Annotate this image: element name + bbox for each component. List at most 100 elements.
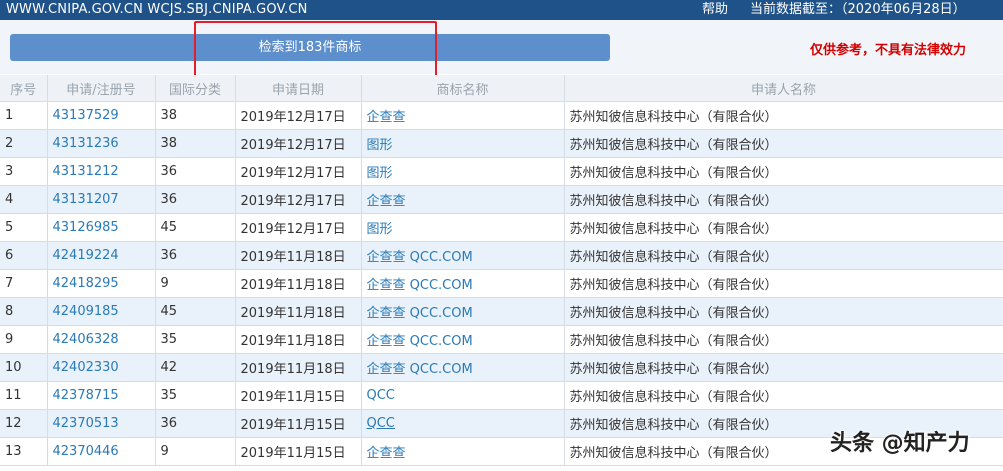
applicant-name: 苏州知彼信息科技中心（有限合伙） xyxy=(564,157,1003,186)
col-header-applicant[interactable]: 申请人名称 xyxy=(564,75,1003,102)
col-header-trademark-name[interactable]: 商标名称 xyxy=(361,75,565,102)
table-row[interactable]: 7 42418295 9 2019年11月18日 企查查 QCC.COM 苏州知彼信息科技… xyxy=(0,269,1003,298)
applicant-name: 苏州知彼信息科技中心（有限合伙） xyxy=(564,101,1003,130)
row-index: 7 xyxy=(0,269,48,298)
help-link[interactable]: 帮助 xyxy=(702,0,728,20)
application-date: 2019年11月18日 xyxy=(235,353,362,382)
trademark-name-link[interactable]: 企查查 QCC.COM xyxy=(361,353,565,382)
application-date: 2019年11月15日 xyxy=(235,381,362,410)
application-date: 2019年12月17日 xyxy=(235,129,362,158)
application-date: 2019年11月15日 xyxy=(235,437,362,466)
international-class: 9 xyxy=(155,437,236,466)
row-index: 8 xyxy=(0,297,48,326)
international-class: 36 xyxy=(155,185,236,214)
table-row[interactable]: 4 43131207 36 2019年12月17日 企查查 苏州知彼信息科技中心（有限合伙… xyxy=(0,185,1003,214)
row-index: 4 xyxy=(0,185,48,214)
trademark-name-link[interactable]: 企查查 xyxy=(361,437,565,466)
applicant-name: 苏州知彼信息科技中心（有限合伙） xyxy=(564,353,1003,382)
application-date: 2019年11月18日 xyxy=(235,241,362,270)
registration-number-link[interactable]: 42406328 xyxy=(47,325,156,354)
row-index: 9 xyxy=(0,325,48,354)
application-date: 2019年11月18日 xyxy=(235,325,362,354)
registration-number-link[interactable]: 43126985 xyxy=(47,213,156,242)
table-row[interactable]: 10 42402330 42 2019年11月18日 企查查 QCC.COM 苏州知彼信息… xyxy=(0,353,1003,382)
table-row[interactable]: 5 43126985 45 2019年12月17日 图形 苏州知彼信息科技中心（有限合伙） xyxy=(0,213,1003,242)
international-class: 36 xyxy=(155,409,236,438)
registration-number-link[interactable]: 42419224 xyxy=(47,241,156,270)
table-row[interactable]: 9 42406328 35 2019年11月18日 企查查 QCC.COM 苏州知彼信息科… xyxy=(0,325,1003,354)
watermark: 头条 @知产力 xyxy=(830,431,970,456)
top-bar: WWW.CNIPA.GOV.CN WCJS.SBJ.CNIPA.GOV.CN 帮… xyxy=(0,0,1003,20)
international-class: 38 xyxy=(155,129,236,158)
trademark-name-link[interactable]: 企查查 xyxy=(361,185,565,214)
trademark-name-link[interactable]: 企查查 QCC.COM xyxy=(361,269,565,298)
application-date: 2019年11月18日 xyxy=(235,269,362,298)
row-index: 12 xyxy=(0,409,48,438)
trademark-name-link[interactable]: 企查查 QCC.COM xyxy=(361,297,565,326)
registration-number-link[interactable]: 42409185 xyxy=(47,297,156,326)
table-row[interactable]: 11 42378715 35 2019年11月15日 QCC 苏州知彼信息科技中心（有限合… xyxy=(0,381,1003,410)
col-header-class[interactable]: 国际分类 xyxy=(155,75,236,102)
table-row[interactable]: 1 43137529 38 2019年12月17日 企查查 苏州知彼信息科技中心（有限合伙… xyxy=(0,101,1003,130)
applicant-name: 苏州知彼信息科技中心（有限合伙） xyxy=(564,269,1003,298)
international-class: 36 xyxy=(155,241,236,270)
registration-number-link[interactable]: 42418295 xyxy=(47,269,156,298)
row-index: 6 xyxy=(0,241,48,270)
applicant-name: 苏州知彼信息科技中心（有限合伙） xyxy=(564,213,1003,242)
trademark-name-link[interactable]: 企查查 QCC.COM xyxy=(361,241,565,270)
trademark-name-link[interactable]: 企查查 QCC.COM xyxy=(361,325,565,354)
row-index: 3 xyxy=(0,157,48,186)
col-header-reg-no[interactable]: 申请/注册号 xyxy=(47,75,156,102)
legal-disclaimer: 仅供参考，不具有法律效力 xyxy=(810,43,967,58)
registration-number-link[interactable]: 43131212 xyxy=(47,157,156,186)
international-class: 36 xyxy=(155,157,236,186)
applicant-name: 苏州知彼信息科技中心（有限合伙） xyxy=(564,129,1003,158)
international-class: 35 xyxy=(155,325,236,354)
international-class: 9 xyxy=(155,269,236,298)
applicant-name: 苏州知彼信息科技中心（有限合伙） xyxy=(564,185,1003,214)
table-row[interactable]: 3 43131212 36 2019年12月17日 图形 苏州知彼信息科技中心（有限合伙） xyxy=(0,157,1003,186)
trademark-name-link[interactable]: 企查查 xyxy=(361,101,565,130)
international-class: 38 xyxy=(155,101,236,130)
trademark-name-link[interactable]: 图形 xyxy=(361,213,565,242)
trademark-name-link[interactable]: QCC xyxy=(361,381,565,410)
trademark-name-link[interactable]: 图形 xyxy=(361,157,565,186)
international-class: 42 xyxy=(155,353,236,382)
site-url: WWW.CNIPA.GOV.CN WCJS.SBJ.CNIPA.GOV.CN xyxy=(6,2,308,17)
applicant-name: 苏州知彼信息科技中心（有限合伙） xyxy=(564,381,1003,410)
row-index: 2 xyxy=(0,129,48,158)
application-date: 2019年12月17日 xyxy=(235,213,362,242)
trademark-name-link[interactable]: QCC xyxy=(361,409,565,438)
applicant-name: 苏州知彼信息科技中心（有限合伙） xyxy=(564,325,1003,354)
row-index: 11 xyxy=(0,381,48,410)
col-header-date[interactable]: 申请日期 xyxy=(235,75,362,102)
registration-number-link[interactable]: 42378715 xyxy=(47,381,156,410)
trademark-results-table: 序号 申请/注册号 国际分类 申请日期 商标名称 申请人名称 1 43137529… xyxy=(0,75,1003,466)
registration-number-link[interactable]: 43131207 xyxy=(47,185,156,214)
registration-number-link[interactable]: 43137529 xyxy=(47,101,156,130)
registration-number-link[interactable]: 42370446 xyxy=(47,437,156,466)
application-date: 2019年12月17日 xyxy=(235,101,362,130)
red-highlight-box xyxy=(194,21,437,79)
international-class: 45 xyxy=(155,213,236,242)
table-header-row: 序号 申请/注册号 国际分类 申请日期 商标名称 申请人名称 xyxy=(0,75,1003,102)
international-class: 35 xyxy=(155,381,236,410)
trademark-name-link[interactable]: 图形 xyxy=(361,129,565,158)
row-index: 1 xyxy=(0,101,48,130)
table-row[interactable]: 6 42419224 36 2019年11月18日 企查查 QCC.COM 苏州知彼信息科… xyxy=(0,241,1003,270)
application-date: 2019年11月15日 xyxy=(235,409,362,438)
registration-number-link[interactable]: 42370513 xyxy=(47,409,156,438)
table-row[interactable]: 2 43131236 38 2019年12月17日 图形 苏州知彼信息科技中心（有限合伙） xyxy=(0,129,1003,158)
international-class: 45 xyxy=(155,297,236,326)
application-date: 2019年11月18日 xyxy=(235,297,362,326)
registration-number-link[interactable]: 42402330 xyxy=(47,353,156,382)
registration-number-link[interactable]: 43131236 xyxy=(47,129,156,158)
data-as-of-date: 当前数据截至：（2020年06月28日） xyxy=(750,2,966,17)
table-row[interactable]: 8 42409185 45 2019年11月18日 企查查 QCC.COM 苏州知彼信息科… xyxy=(0,297,1003,326)
application-date: 2019年12月17日 xyxy=(235,185,362,214)
applicant-name: 苏州知彼信息科技中心（有限合伙） xyxy=(564,297,1003,326)
col-header-index[interactable]: 序号 xyxy=(0,75,48,102)
row-index: 5 xyxy=(0,213,48,242)
applicant-name: 苏州知彼信息科技中心（有限合伙） xyxy=(564,241,1003,270)
application-date: 2019年12月17日 xyxy=(235,157,362,186)
